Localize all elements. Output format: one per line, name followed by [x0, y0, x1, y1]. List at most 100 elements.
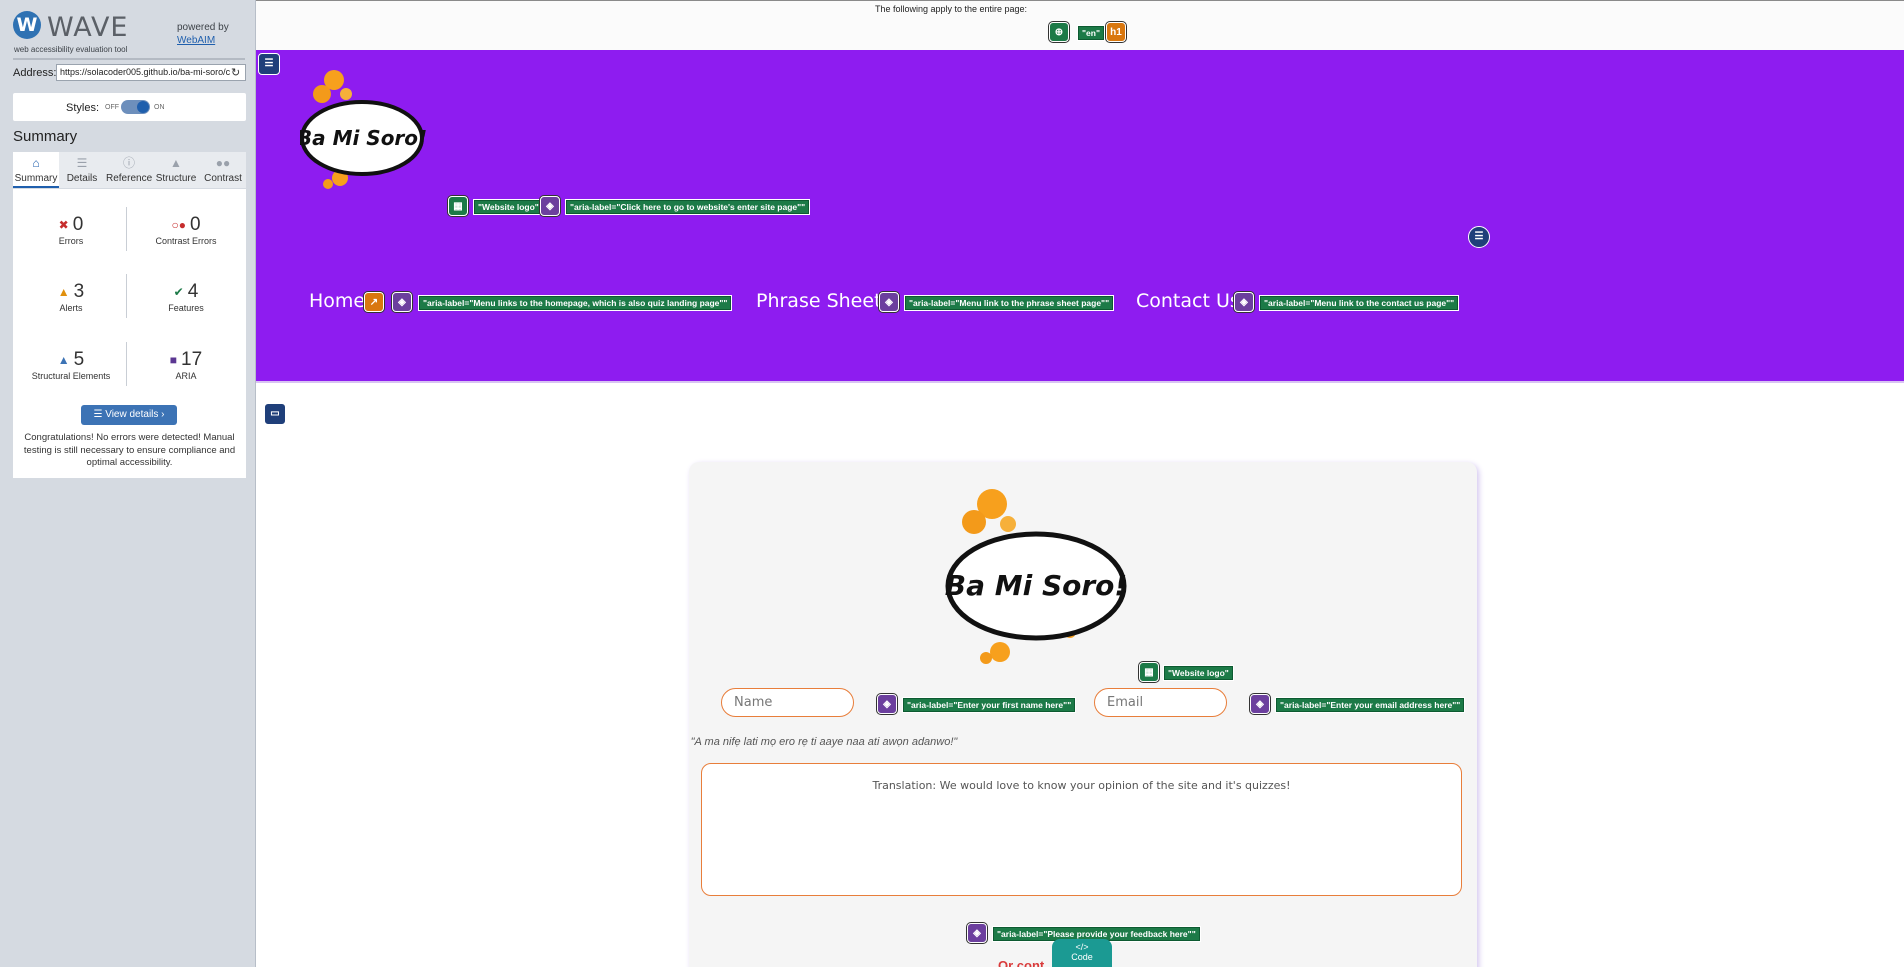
powered-by-text: powered by — [177, 22, 229, 33]
lang-tag: "en" — [1077, 25, 1105, 41]
errors-count: 0 — [72, 214, 84, 235]
reload-icon[interactable]: ↻ — [231, 66, 240, 79]
list-icon: ☰ — [93, 409, 106, 420]
page-preview: The following apply to the entire page: … — [256, 0, 1904, 967]
tab-label: Reference — [106, 173, 153, 184]
image-alt-icon[interactable]: ▦ — [1139, 662, 1159, 682]
feature-icon: ✔ — [173, 285, 184, 299]
toggle-knob — [137, 101, 149, 113]
nav-structure-icon[interactable]: ☰ — [1468, 226, 1490, 248]
alerts-stat[interactable]: ▲ 3 Alerts — [21, 281, 121, 314]
aria-tag-icon[interactable]: ◈ — [1234, 292, 1254, 312]
aria-count: 17 — [181, 349, 203, 370]
divider — [126, 342, 127, 386]
page-level-notice: The following apply to the entire page: — [874, 4, 1028, 14]
contrast-errors-label: Contrast Errors — [155, 236, 217, 246]
tab-structure[interactable]: ▲ Structure — [153, 152, 199, 188]
name-input[interactable]: Name — [721, 688, 854, 717]
nav-home-aria-tag: "aria-label="Menu links to the homepage,… — [417, 295, 733, 311]
divider — [126, 207, 127, 251]
redundant-link-alert-icon[interactable]: ↗ — [364, 292, 384, 312]
features-count: 4 — [187, 281, 199, 302]
aria-stat[interactable]: ■ 17 ARIA — [136, 349, 236, 382]
styles-off-label: OFF — [105, 104, 119, 111]
summary-panel: ✖ 0 Errors ○● 0 Contrast Errors ▲ 3 Alerts … — [13, 189, 246, 478]
address-input[interactable]: https://solacoder005.github.io/ba-mi-sor… — [56, 64, 246, 81]
header-structure-icon[interactable]: ☰ — [258, 53, 280, 75]
styles-on-label: ON — [154, 104, 165, 111]
page-level-panel: The following apply to the entire page: … — [256, 0, 1904, 50]
aria-tag-icon[interactable]: ◈ — [967, 923, 987, 943]
view-details-button[interactable]: ☰ View details › — [81, 405, 177, 425]
divider — [126, 274, 127, 318]
email-aria-tag: "aria-label="Enter your email address he… — [1274, 697, 1466, 713]
tab-reference[interactable]: ⓘ Reference — [106, 152, 152, 188]
nav-phrase-sheets[interactable]: Phrase Sheets — [756, 290, 891, 312]
contrast-errors-count: 0 — [189, 214, 201, 235]
main-structure-icon[interactable]: ▭ — [264, 403, 286, 425]
alert-icon: ▲ — [57, 285, 70, 299]
webaim-link[interactable]: WebAIM — [177, 35, 215, 46]
name-aria-tag: "aria-label="Enter your first name here"… — [901, 697, 1077, 713]
nav-contact-us[interactable]: Contact Us — [1136, 290, 1240, 312]
wave-sidebar: W WAVE web accessibility evaluation tool… — [0, 0, 256, 967]
logo-alt-tag: "Website logo" — [473, 199, 544, 215]
structure-icon: ▲ — [170, 156, 182, 170]
styles-label: Styles: — [66, 102, 100, 114]
structural-stat[interactable]: ▲ 5 Structural Elements — [21, 350, 121, 382]
nav-home[interactable]: Home — [309, 290, 365, 312]
header-logo[interactable]: Ba Mi Soro! — [300, 66, 426, 194]
tab-label: Details — [66, 173, 98, 184]
language-icon[interactable]: ⊕ — [1049, 22, 1069, 42]
form-quote: "A ma nifẹ lati mọ ero rẹ ti aaye naa at… — [690, 736, 958, 748]
wave-logo-icon: W — [13, 11, 41, 39]
sidebar-divider — [13, 58, 245, 60]
image-alt-icon[interactable]: ▦ — [448, 196, 468, 216]
contrast-errors-stat[interactable]: ○● 0 Contrast Errors — [136, 214, 236, 247]
contrast-error-icon: ○● — [171, 218, 186, 232]
alerts-count: 3 — [73, 281, 85, 302]
tab-details[interactable]: ☰ Details — [59, 152, 105, 188]
site-header: ☰ Ba Mi Soro! ▦ "Website logo" ◈ "aria-l… — [256, 50, 1904, 383]
tab-label: Summary — [14, 173, 58, 184]
info-icon: ⓘ — [122, 156, 135, 170]
home-icon: ⌂ — [32, 156, 40, 170]
tab-contrast[interactable]: ●● Contrast — [200, 152, 246, 188]
aria-tag-icon[interactable]: ◈ — [879, 292, 899, 312]
powered-by: powered by WebAIM — [177, 21, 229, 47]
structure-icon: ▲ — [57, 353, 70, 367]
aria-tag-icon[interactable]: ◈ — [392, 292, 412, 312]
structural-label: Structural Elements — [31, 371, 111, 381]
aria-tag-icon[interactable]: ◈ — [540, 196, 560, 216]
code-icon: </> — [1075, 942, 1089, 952]
code-label: Code — [1071, 952, 1093, 962]
contrast-icon: ●● — [215, 156, 231, 170]
styles-toggle-box: Styles: OFF ON — [13, 93, 246, 121]
tab-label: Contrast — [204, 173, 242, 184]
header-logo-text: Ba Mi Soro! — [300, 126, 426, 150]
aria-tag-icon[interactable]: ◈ — [877, 694, 897, 714]
form-logo: Ba Mi Soro! — [945, 489, 1127, 664]
aria-icon: ■ — [169, 353, 178, 367]
h1-alert-icon[interactable]: h1 — [1106, 22, 1126, 42]
tab-summary[interactable]: ⌂ Summary — [13, 152, 59, 188]
features-stat[interactable]: ✔ 4 Features — [136, 281, 236, 314]
feedback-textarea[interactable]: Translation: We would love to know your … — [701, 763, 1462, 896]
email-input[interactable]: Email — [1094, 688, 1227, 717]
aria-label-text: ARIA — [175, 371, 197, 381]
list-icon: ☰ — [76, 156, 88, 170]
view-details-label: View details › — [105, 409, 165, 420]
address-label: Address: — [13, 67, 57, 79]
alerts-label: Alerts — [59, 303, 83, 313]
wave-title: WAVE — [47, 12, 129, 43]
aria-tag-icon[interactable]: ◈ — [1250, 694, 1270, 714]
errors-stat[interactable]: ✖ 0 Errors — [21, 214, 121, 247]
error-icon: ✖ — [58, 218, 69, 232]
form-logo-alt-tag: "Website logo" — [1163, 665, 1234, 681]
logo-aria-tag: "aria-label="Click here to go to website… — [564, 199, 811, 215]
code-toggle-button[interactable]: </> Code — [1052, 939, 1112, 967]
nav-contact-aria-tag: "aria-label="Menu link to the contact us… — [1258, 295, 1460, 311]
styles-toggle[interactable] — [121, 100, 150, 114]
features-label: Features — [168, 303, 204, 313]
form-logo-text: Ba Mi Soro! — [945, 569, 1127, 602]
